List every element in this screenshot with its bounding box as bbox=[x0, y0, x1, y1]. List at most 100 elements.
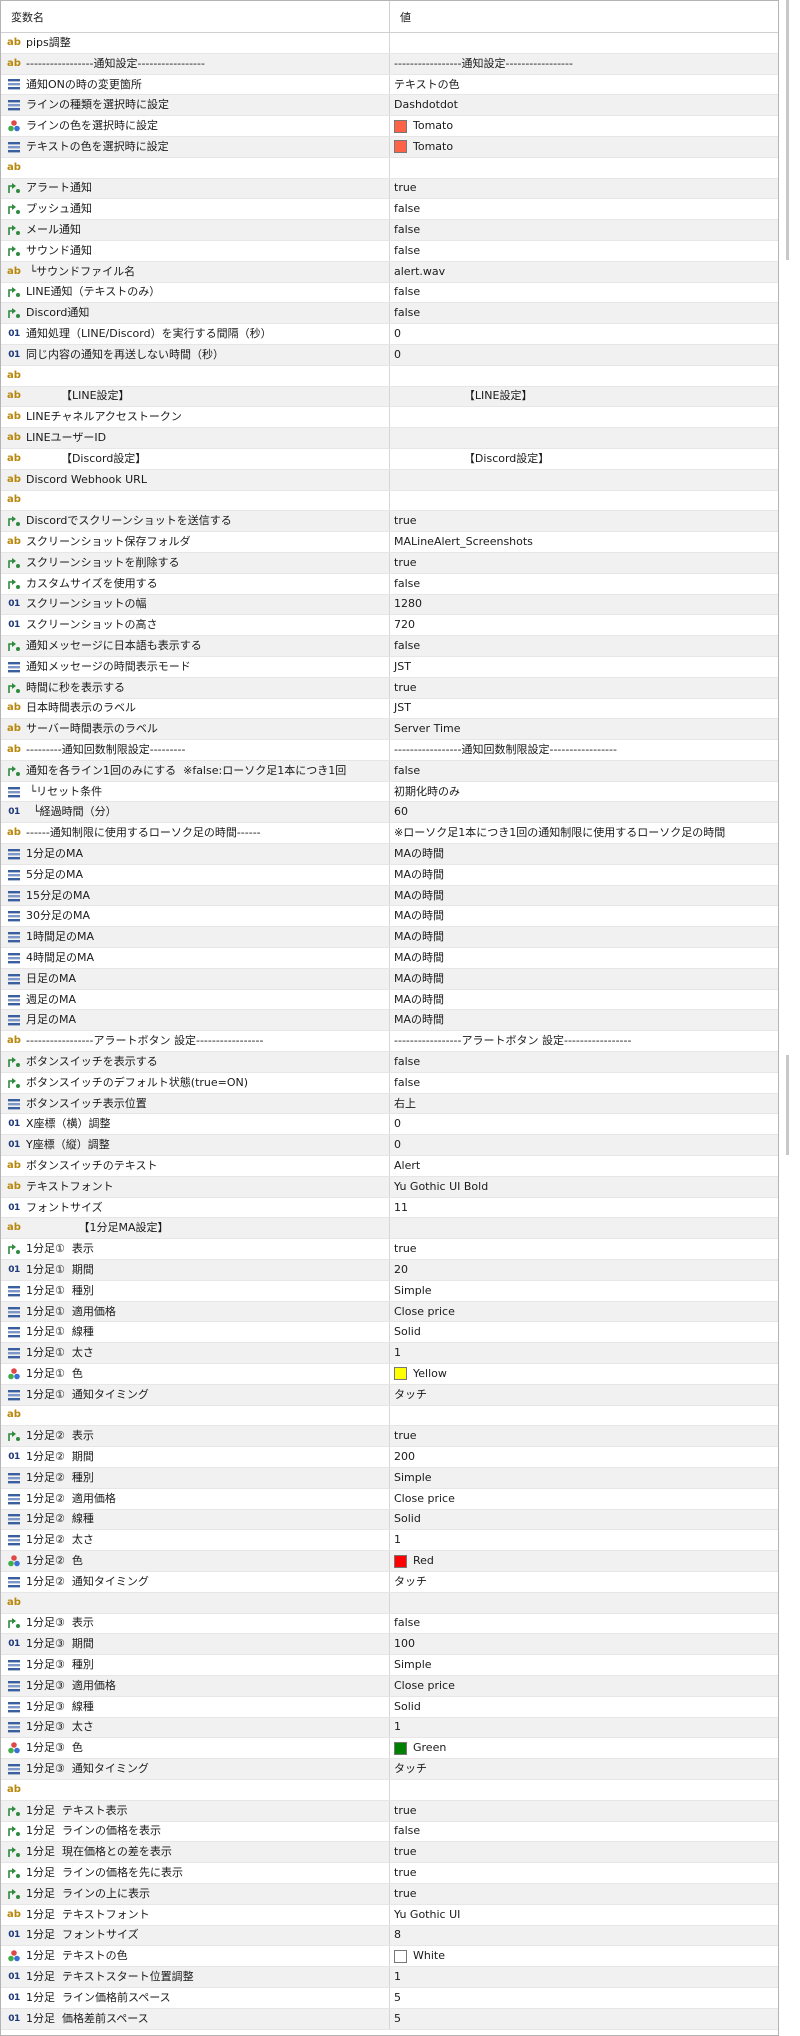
value-cell[interactable]: Solid bbox=[390, 1697, 778, 1717]
value-cell[interactable]: true bbox=[390, 179, 778, 199]
table-row[interactable]: ab └サウンドファイル名 alert.wav bbox=[1, 261, 778, 283]
table-row[interactable]: 通知を各ライン1回のみにする ※false:ローソク足1本につき1回 false bbox=[1, 760, 778, 782]
table-row[interactable]: 1分足③ 通知タイミング タッチ bbox=[1, 1759, 778, 1780]
value-cell[interactable]: Green bbox=[390, 1738, 778, 1758]
table-row[interactable]: 1分足③ 太さ 1 bbox=[1, 1717, 778, 1739]
table-row[interactable]: 1分足③ 色 Green bbox=[1, 1738, 778, 1760]
table-row[interactable]: 1分足 テキストの色 White bbox=[1, 1946, 778, 1968]
value-cell[interactable]: Close price bbox=[390, 1676, 778, 1696]
value-cell[interactable] bbox=[390, 1218, 778, 1238]
table-row[interactable]: ボタンスイッチを表示する false bbox=[1, 1052, 778, 1073]
table-row[interactable]: 01 1分足③ 期間 100 bbox=[1, 1634, 778, 1656]
table-row[interactable]: 時間に秒を表示する true bbox=[1, 677, 778, 699]
table-row[interactable]: 1分足① 線種 Solid bbox=[1, 1322, 778, 1344]
value-cell[interactable]: Close price bbox=[390, 1489, 778, 1509]
value-cell[interactable] bbox=[390, 1780, 778, 1800]
table-row[interactable]: 1分足③ 表示 false bbox=[1, 1613, 778, 1635]
value-cell[interactable] bbox=[390, 1406, 778, 1426]
value-cell[interactable]: 1 bbox=[390, 1343, 778, 1363]
value-cell[interactable]: 100 bbox=[390, 1634, 778, 1654]
table-row[interactable]: LINE通知（テキストのみ） false bbox=[1, 282, 778, 304]
value-cell[interactable]: MAの時間 bbox=[390, 927, 778, 947]
value-cell[interactable]: true bbox=[390, 678, 778, 698]
value-cell[interactable]: Yu Gothic UI bbox=[390, 1905, 778, 1925]
value-cell[interactable]: MALineAlert_Screenshots bbox=[390, 532, 778, 552]
value-cell[interactable]: MAの時間 bbox=[390, 969, 778, 989]
value-cell[interactable]: Yu Gothic UI Bold bbox=[390, 1177, 778, 1197]
value-cell[interactable]: 【LINE設定】 bbox=[390, 387, 778, 407]
table-row[interactable]: ab bbox=[1, 1405, 778, 1427]
value-cell[interactable] bbox=[390, 470, 778, 490]
value-cell[interactable]: false bbox=[390, 303, 778, 323]
table-row[interactable]: 1分足② 種別 Simple bbox=[1, 1467, 778, 1489]
value-cell[interactable]: false bbox=[390, 1614, 778, 1634]
table-row[interactable]: 01 1分足① 期間 20 bbox=[1, 1260, 778, 1281]
table-row[interactable]: 1分足③ 線種 Solid bbox=[1, 1696, 778, 1718]
color-swatch[interactable] bbox=[394, 1554, 407, 1568]
value-cell[interactable]: 右上 bbox=[390, 1094, 778, 1114]
value-cell[interactable]: false bbox=[390, 241, 778, 261]
table-row[interactable]: 1分足 ラインの価格を表示 false bbox=[1, 1821, 778, 1843]
value-cell[interactable]: Simple bbox=[390, 1281, 778, 1301]
table-row[interactable]: ab スクリーンショット保存フォルダ MALineAlert_Screenshots bbox=[1, 532, 778, 553]
value-cell[interactable]: テキストの色 bbox=[390, 75, 778, 95]
value-cell[interactable]: 1280 bbox=[390, 595, 778, 615]
scrollbar-thumb[interactable] bbox=[786, 1055, 789, 1155]
value-cell[interactable]: MAの時間 bbox=[390, 865, 778, 885]
table-row[interactable]: ab テキストフォント Yu Gothic UI Bold bbox=[1, 1176, 778, 1198]
value-cell[interactable]: Red bbox=[390, 1551, 778, 1571]
table-row[interactable]: Discord通知 false bbox=[1, 303, 778, 325]
value-cell[interactable]: Alert bbox=[390, 1156, 778, 1176]
value-cell[interactable]: 11 bbox=[390, 1198, 778, 1218]
value-cell[interactable]: Server Time bbox=[390, 719, 778, 739]
value-cell[interactable]: White bbox=[390, 1946, 778, 1966]
table-row[interactable]: ab bbox=[1, 157, 778, 179]
table-row[interactable]: ab bbox=[1, 365, 778, 387]
value-cell[interactable]: -----------------通知設定----------------- bbox=[390, 54, 778, 74]
value-cell[interactable]: 0 bbox=[390, 345, 778, 365]
value-cell[interactable]: alert.wav bbox=[390, 262, 778, 282]
table-row[interactable]: ab 【LINE設定】 【LINE設定】 bbox=[1, 386, 778, 408]
table-row[interactable]: 1分足③ 種別 Simple bbox=[1, 1655, 778, 1676]
value-cell[interactable]: false bbox=[390, 1822, 778, 1842]
table-row[interactable]: 1分足のMA MAの時間 bbox=[1, 844, 778, 865]
table-row[interactable]: 01 同じ内容の通知を再送しない時間（秒） 0 bbox=[1, 344, 778, 366]
value-cell[interactable]: 8 bbox=[390, 1926, 778, 1946]
value-cell[interactable]: 200 bbox=[390, 1447, 778, 1467]
value-cell[interactable]: 0 bbox=[390, 1135, 778, 1155]
value-cell[interactable]: -----------------通知回数制限設定---------------… bbox=[390, 740, 778, 760]
table-row[interactable]: ab -----------------通知設定-----------------… bbox=[1, 53, 778, 75]
table-row[interactable]: サウンド通知 false bbox=[1, 240, 778, 262]
value-cell[interactable]: 0 bbox=[390, 1114, 778, 1134]
column-header-value[interactable]: 値 bbox=[390, 1, 778, 32]
value-cell[interactable] bbox=[390, 158, 778, 178]
table-row[interactable]: 01 スクリーンショットの幅 1280 bbox=[1, 594, 778, 616]
table-row[interactable]: テキストの色を選択時に設定 Tomato bbox=[1, 136, 778, 158]
table-row[interactable]: 1分足① 色 Yellow bbox=[1, 1364, 778, 1385]
table-row[interactable]: ab ---------通知回数制限設定--------- ------------… bbox=[1, 740, 778, 761]
table-row[interactable]: カスタムサイズを使用する false bbox=[1, 573, 778, 595]
value-cell[interactable]: Close price bbox=[390, 1302, 778, 1322]
table-row[interactable]: 1分足③ 適用価格 Close price bbox=[1, 1675, 778, 1697]
value-cell[interactable]: false bbox=[390, 199, 778, 219]
table-row[interactable]: 1時間足のMA MAの時間 bbox=[1, 927, 778, 949]
value-cell[interactable]: 1 bbox=[390, 1718, 778, 1738]
table-row[interactable]: プッシュ通知 false bbox=[1, 199, 778, 221]
table-row[interactable]: 1分足② 太さ 1 bbox=[1, 1530, 778, 1552]
value-cell[interactable]: 0 bbox=[390, 324, 778, 344]
value-cell[interactable]: false bbox=[390, 1052, 778, 1072]
table-row[interactable]: 01 スクリーンショットの高さ 720 bbox=[1, 615, 778, 637]
table-row[interactable]: 1分足① 太さ 1 bbox=[1, 1343, 778, 1364]
table-row[interactable]: 15分足のMA MAの時間 bbox=[1, 885, 778, 907]
value-cell[interactable] bbox=[390, 366, 778, 386]
value-cell[interactable]: 初期化時のみ bbox=[390, 782, 778, 802]
table-row[interactable]: ab bbox=[1, 1779, 778, 1801]
table-row[interactable]: ボタンスイッチのデフォルト状態(true=ON) false bbox=[1, 1072, 778, 1094]
value-cell[interactable]: MAの時間 bbox=[390, 948, 778, 968]
table-row[interactable]: 1分足② 通知タイミング タッチ bbox=[1, 1571, 778, 1593]
table-row[interactable]: 01 Y座標（縦）調整 0 bbox=[1, 1135, 778, 1157]
table-row[interactable]: ab LINEチャネルアクセストークン bbox=[1, 407, 778, 429]
value-cell[interactable]: Dashdotdot bbox=[390, 95, 778, 115]
value-cell[interactable]: 20 bbox=[390, 1260, 778, 1280]
table-row[interactable]: 1分足② 色 Red bbox=[1, 1551, 778, 1572]
